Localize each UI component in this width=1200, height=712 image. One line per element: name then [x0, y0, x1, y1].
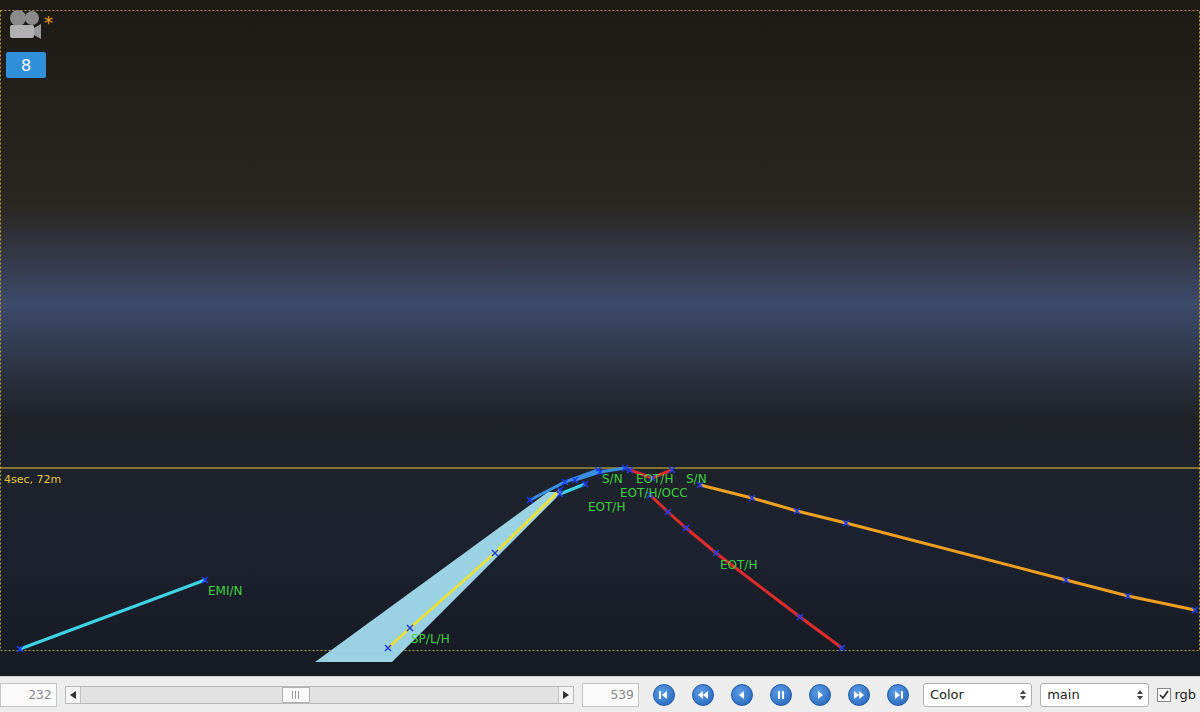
modified-mark: *	[44, 14, 53, 32]
view-select[interactable]: main	[1040, 683, 1149, 707]
updown-arrow-icon	[1136, 689, 1144, 701]
back-icon	[735, 688, 749, 702]
first-button[interactable]	[653, 684, 675, 706]
pause-button[interactable]	[770, 684, 792, 706]
roi-border	[1, 11, 1200, 651]
frame-scrollbar[interactable]	[65, 686, 575, 704]
view-select[interactable]: Color	[923, 683, 1032, 707]
updown-arrow-icon	[1019, 689, 1027, 701]
lane-annotation[interactable]	[527, 467, 601, 503]
video-frame[interactable]: 4sec, 72mEMI/NSP/L/HEOT/HS/NEOT/HS/NEOT/…	[0, 0, 1200, 676]
rgb-checkbox[interactable]: rgb	[1157, 687, 1196, 702]
lane-annotation[interactable]	[17, 577, 208, 652]
viewer-icons: *8	[6, 8, 53, 78]
horizon-label: 4sec, 72m	[4, 473, 61, 487]
scroll-track[interactable]	[81, 687, 559, 703]
back-button[interactable]	[731, 684, 753, 706]
play-icon	[813, 688, 827, 702]
rewind-button[interactable]	[692, 684, 714, 706]
first-icon	[657, 688, 671, 702]
play-button[interactable]	[809, 684, 831, 706]
rewind-icon	[696, 688, 710, 702]
annotation-label: EOT/H	[636, 472, 673, 487]
total-frames-field[interactable]: 539	[582, 683, 639, 707]
scroll-right-button[interactable]	[558, 687, 573, 703]
film-camera-icon[interactable]	[6, 8, 42, 42]
scroll-left-button[interactable]	[66, 687, 81, 703]
arrow-left-icon	[70, 691, 76, 699]
scroll-thumb[interactable]	[282, 687, 310, 703]
annotation-label: EMI/N	[208, 584, 243, 599]
lane-annotation[interactable]	[697, 482, 1198, 613]
player-toolbar: 232 539 Color mainrgb	[0, 676, 1200, 712]
current-frame-field[interactable]: 232	[0, 683, 57, 707]
annotation-label: SP/L/H	[411, 632, 450, 647]
pause-icon	[774, 688, 788, 702]
lane-annotation[interactable]	[315, 487, 563, 662]
last-button[interactable]	[887, 684, 909, 706]
annotation-viewer: 4sec, 72mEMI/NSP/L/HEOT/HS/NEOT/HS/NEOT/…	[0, 0, 1200, 712]
layer-badge[interactable]: 8	[6, 52, 46, 78]
checkbox-box[interactable]	[1157, 688, 1171, 702]
arrow-right-icon	[563, 691, 569, 699]
last-icon	[891, 688, 905, 702]
forward-icon	[852, 688, 866, 702]
annotation-label: S/N	[602, 472, 623, 487]
annotation-label: EOT/H	[720, 558, 757, 573]
annotation-label: EOT/H	[588, 500, 625, 515]
forward-button[interactable]	[848, 684, 870, 706]
annotation-label: EOT/H/OCC	[620, 486, 688, 501]
playback-controls	[653, 684, 909, 706]
annotation-overlay	[0, 0, 1200, 676]
lane-annotation[interactable]	[557, 481, 588, 497]
annotation-label: S/N	[686, 472, 707, 487]
check-icon	[1159, 690, 1169, 700]
